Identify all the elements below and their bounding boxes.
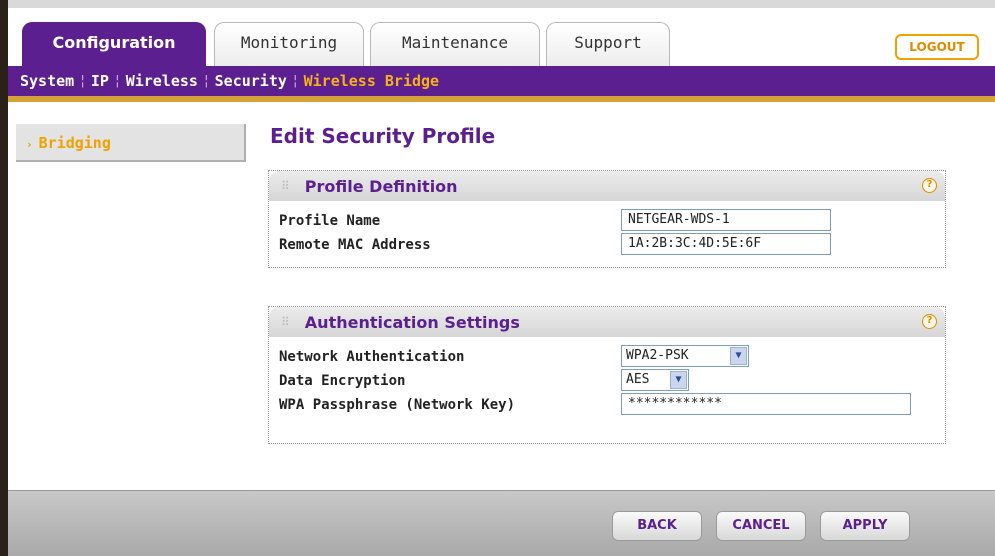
- profile-definition-section: ⠿ Profile Definition ? Profile Name NETG…: [268, 170, 946, 268]
- top-tab-bar: Configuration Monitoring Maintenance Sup…: [8, 0, 995, 74]
- data-encryption-row: Data Encryption AES ▼: [269, 369, 945, 393]
- authentication-settings-section: ⠿ Authentication Settings ? Network Auth…: [268, 306, 946, 444]
- submenu-item-system[interactable]: System: [14, 72, 80, 90]
- tab-maintenance[interactable]: Maintenance: [370, 22, 540, 68]
- profile-name-row: Profile Name NETGEAR-WDS-1: [269, 209, 945, 233]
- action-bar: BACK CANCEL APPLY: [8, 490, 995, 556]
- submenu-item-security[interactable]: Security: [209, 72, 293, 90]
- submenu-bar: System ¦ IP ¦ Wireless ¦ Security ¦ Wire…: [8, 66, 995, 102]
- submenu-item-wireless-bridge[interactable]: Wireless Bridge: [298, 72, 445, 90]
- passphrase-label: WPA Passphrase (Network Key): [279, 397, 516, 413]
- grip-icon: ⠿: [281, 315, 290, 329]
- tab-support[interactable]: Support: [546, 22, 670, 68]
- submenu-item-wireless[interactable]: Wireless: [120, 72, 204, 90]
- passphrase-input[interactable]: ************: [621, 393, 911, 415]
- section-header: ⠿ Authentication Settings ?: [269, 307, 945, 337]
- profile-name-input[interactable]: NETGEAR-WDS-1: [621, 209, 831, 231]
- section-title: Profile Definition: [304, 176, 458, 196]
- chevron-right-icon: ›: [26, 138, 33, 151]
- back-button[interactable]: BACK: [612, 511, 702, 541]
- network-auth-row: Network Authentication WPA2-PSK ▼: [269, 345, 945, 369]
- sidebar-item-label: Bridging: [38, 134, 111, 152]
- help-icon[interactable]: ?: [922, 314, 937, 329]
- remote-mac-label: Remote MAC Address: [279, 237, 431, 253]
- help-icon[interactable]: ?: [922, 178, 937, 193]
- window-edge: [0, 0, 8, 556]
- page-title: Edit Security Profile: [270, 124, 496, 148]
- router-admin-window: Configuration Monitoring Maintenance Sup…: [0, 0, 995, 556]
- logout-button[interactable]: LOGOUT: [895, 34, 979, 60]
- submenu-item-ip[interactable]: IP: [85, 72, 115, 90]
- network-auth-label: Network Authentication: [279, 349, 465, 365]
- profile-name-label: Profile Name: [279, 213, 381, 229]
- network-auth-select[interactable]: WPA2-PSK ▼: [621, 345, 749, 367]
- data-encryption-label: Data Encryption: [279, 373, 406, 389]
- section-header: ⠿ Profile Definition ?: [269, 171, 945, 201]
- section-title: Authentication Settings: [304, 312, 520, 332]
- chevron-down-icon[interactable]: ▼: [670, 371, 687, 389]
- chevron-down-icon[interactable]: ▼: [730, 347, 747, 365]
- remote-mac-input[interactable]: 1A:2B:3C:4D:5E:6F: [621, 233, 831, 255]
- sidebar-item-bridging[interactable]: › Bridging: [16, 124, 246, 162]
- apply-button[interactable]: APPLY: [820, 511, 910, 541]
- tab-monitoring[interactable]: Monitoring: [214, 22, 364, 68]
- data-encryption-select[interactable]: AES ▼: [621, 369, 689, 391]
- cancel-button[interactable]: CANCEL: [716, 511, 806, 541]
- network-auth-value: WPA2-PSK: [626, 348, 689, 363]
- grip-icon: ⠿: [281, 179, 290, 193]
- remote-mac-row: Remote MAC Address 1A:2B:3C:4D:5E:6F: [269, 233, 945, 257]
- data-encryption-value: AES: [626, 372, 650, 387]
- passphrase-row: WPA Passphrase (Network Key) ***********…: [269, 393, 945, 417]
